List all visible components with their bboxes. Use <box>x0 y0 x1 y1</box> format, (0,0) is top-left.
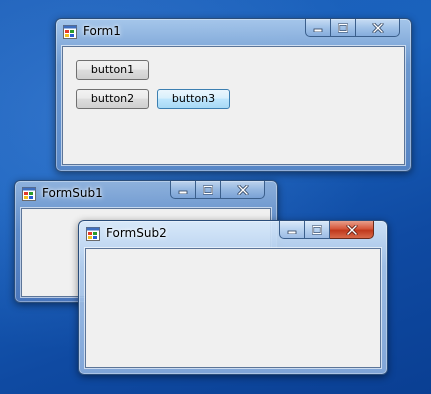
formsub2-maximize-button[interactable] <box>305 221 330 239</box>
form1-title: Form1 <box>83 24 121 38</box>
button2[interactable]: button2 <box>76 89 149 109</box>
maximize-icon <box>203 185 213 194</box>
form1-titlebar[interactable]: Form1 <box>56 19 411 45</box>
form1-minimize-button[interactable] <box>305 19 331 37</box>
formsub2-close-button[interactable] <box>330 221 374 239</box>
form1-maximize-button[interactable] <box>331 19 356 37</box>
formsub2-client-area <box>85 248 381 368</box>
close-icon <box>372 22 383 33</box>
minimize-icon <box>287 230 297 234</box>
maximize-icon <box>338 23 348 32</box>
form1-close-button[interactable] <box>356 19 400 37</box>
formsub2-titlebar[interactable]: FormSub2 <box>79 221 387 247</box>
minimize-icon <box>178 190 188 194</box>
form1-client-area: button1 button2 button3 <box>62 46 405 165</box>
formsub1-minimize-button[interactable] <box>170 181 196 199</box>
close-icon <box>346 224 357 235</box>
form-app-icon[interactable] <box>63 25 77 39</box>
formsub1-title: FormSub1 <box>42 186 103 200</box>
form1-window[interactable]: Form1 button1 button2 button3 <box>55 18 412 172</box>
formsub2-minimize-button[interactable] <box>279 221 305 239</box>
formsub2-title: FormSub2 <box>106 226 167 240</box>
formsub1-titlebar[interactable]: FormSub1 <box>15 181 277 207</box>
formsub2-window[interactable]: FormSub2 <box>78 220 388 375</box>
form-app-icon[interactable] <box>86 227 100 241</box>
formsub1-close-button[interactable] <box>221 181 265 199</box>
button3[interactable]: button3 <box>157 89 230 109</box>
form1-caption-buttons <box>305 19 400 38</box>
formsub1-caption-buttons <box>170 181 265 200</box>
form-app-icon[interactable] <box>22 187 36 201</box>
maximize-icon <box>312 225 322 234</box>
formsub2-caption-buttons <box>279 221 374 240</box>
formsub1-maximize-button[interactable] <box>196 181 221 199</box>
minimize-icon <box>313 28 323 32</box>
button1[interactable]: button1 <box>76 60 149 80</box>
close-icon <box>237 184 248 195</box>
